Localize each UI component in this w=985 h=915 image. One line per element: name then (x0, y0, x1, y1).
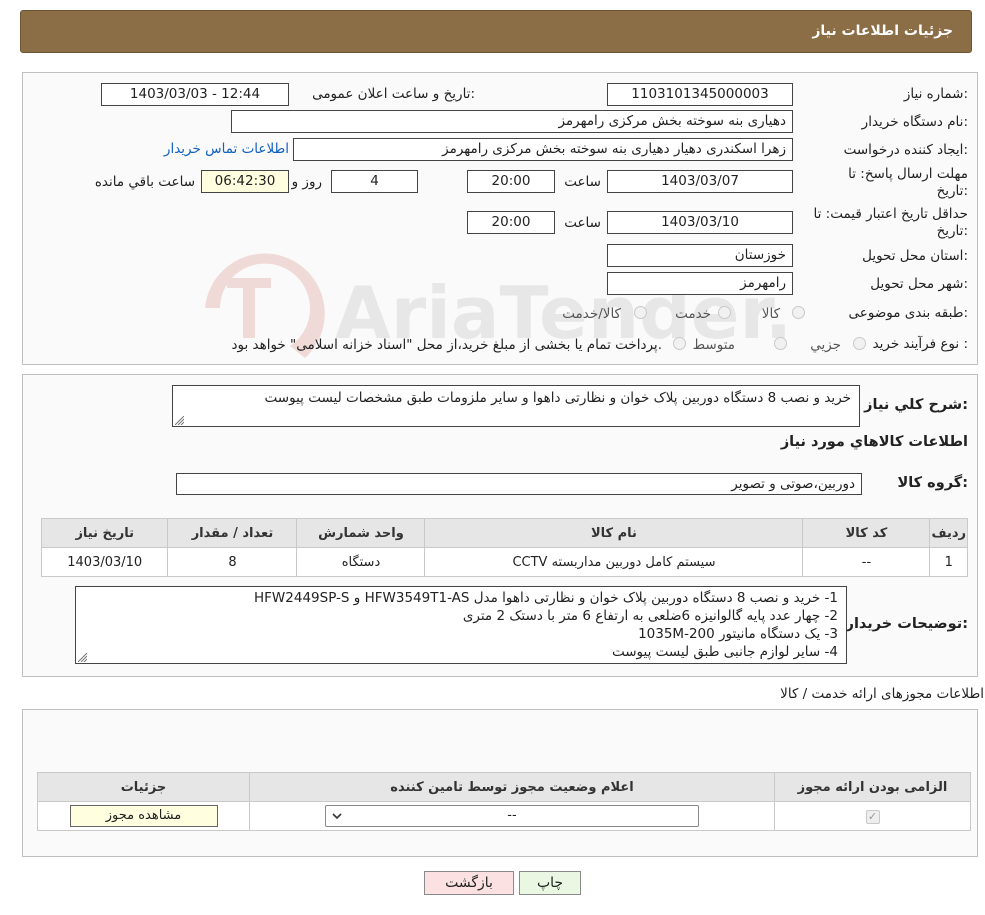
cell-code: -- (802, 547, 931, 577)
validity-time-label: ساعت (564, 215, 601, 231)
permits-table-header: الزامی بودن ارائه مجوز اعلام وضعیت مجوز … (37, 772, 971, 802)
buyer-note-line: 2- چهار عدد پایه گالوانیزه 6ضلعی به ارتف… (462, 608, 838, 624)
permit-required-cell: ✓ (774, 801, 971, 831)
permits-table: الزامی بودن ارائه مجوز اعلام وضعیت مجوز … (37, 772, 971, 831)
permit-details-cell: مشاهده مجوز (37, 801, 250, 831)
col-permit-status: اعلام وضعیت مجوز توسط تامین کننده (249, 772, 775, 802)
permit-status-value: -- (507, 808, 517, 823)
deadline-time-label: ساعت (564, 174, 601, 190)
validity-label: حداقل تاریخ اعتبار قیمت: تا (813, 206, 968, 222)
validity-label-date: تاریخ: (936, 223, 968, 239)
validity-date-field[interactable]: 1403/03/10 (607, 211, 793, 234)
need-number-label: شماره نیاز: (903, 86, 968, 102)
permit-status-cell: -- (249, 801, 775, 831)
category-goods-service-radio[interactable] (634, 306, 647, 319)
announce-field[interactable]: 1403/03/03 - 12:44 (101, 83, 289, 106)
process-minor-label: جزيي (810, 337, 841, 353)
province-label: استان محل تحویل: (862, 248, 968, 264)
page-title: جزئیات اطلاعات نیاز (812, 23, 953, 39)
permit-required-checkbox[interactable]: ✓ (865, 809, 880, 824)
col-row: رديف (929, 518, 968, 548)
cell-unit: دستگاه (296, 547, 426, 577)
col-unit: واحد شمارش (296, 518, 426, 548)
description-text: خرید و نصب 8 دستگاه دوربین پلاک خوان و ن… (264, 390, 851, 406)
deadline-label-date: تاریخ: (936, 183, 968, 199)
print-button[interactable]: چاپ (519, 871, 581, 895)
deadline-time-field[interactable]: 20:00 (467, 170, 555, 193)
process-medium-radio[interactable] (774, 337, 787, 350)
buyer-notes-textarea[interactable]: 1- خرید و نصب 8 دستگاه دوربین پلاک خوان … (75, 586, 847, 664)
buyer-note-line: 4- سایر لوازم جانبی طبق لیست پیوست (611, 644, 838, 660)
permits-title: اطلاعات مجوزهای ارائه خدمت / کالا (780, 686, 984, 702)
table-row: 1 -- سیستم کامل دوربین مداربسته CCTV دست… (40, 547, 968, 577)
buyer-notes-label: توضیحات خریدار: (845, 616, 968, 632)
category-service-radio[interactable] (718, 306, 731, 319)
process-label: نوع فرآیند خرید : (872, 336, 968, 352)
goods-group-label: گروه کالا: (897, 475, 968, 491)
description-textarea[interactable]: خرید و نصب 8 دستگاه دوربین پلاک خوان و ن… (172, 385, 860, 427)
col-name: نام کالا (424, 518, 804, 548)
category-service-label: خدمت (675, 306, 711, 322)
resize-grip-icon[interactable] (175, 416, 184, 425)
category-goods-label: کالا (761, 306, 780, 322)
announce-label: تاریخ و ساعت اعلان عمومی: (312, 86, 475, 102)
view-permit-button[interactable]: مشاهده مجوز (69, 805, 218, 827)
process-treasury-checkbox[interactable] (673, 337, 686, 350)
table-row: ✓ -- مشاهده مجوز (37, 801, 971, 831)
page-header: جزئیات اطلاعات نیاز (20, 10, 972, 53)
cell-name: سیستم کامل دوربین مداربسته CCTV (424, 547, 804, 577)
remaining-time-label: ساعت باقي مانده (94, 174, 195, 190)
days-label: روز و (291, 174, 322, 190)
buyer-note-line: 1- خرید و نصب 8 دستگاه دوربین پلاک خوان … (254, 590, 838, 606)
need-number-field[interactable]: 1103101345000003 (607, 83, 793, 106)
chevron-down-icon (332, 813, 342, 820)
process-treasury-note: پرداخت تمام یا بخشی از مبلغ خرید،از محل … (231, 337, 662, 353)
validity-time-field[interactable]: 20:00 (467, 211, 555, 234)
remaining-time-field[interactable]: 06:42:30 (201, 170, 289, 193)
goods-table: رديف کد کالا نام کالا واحد شمارش تعداد /… (40, 518, 968, 577)
buyer-label: نام دستگاه خریدار: (861, 114, 968, 130)
col-qty: تعداد / مقدار (167, 518, 298, 548)
days-remaining-field[interactable]: 4 (331, 170, 418, 193)
goods-group-field[interactable]: دوربین،صوتی و تصویر (176, 473, 862, 495)
contact-buyer-link[interactable]: اطلاعات تماس خریدار (164, 141, 289, 157)
goods-heading: اطلاعات کالاهاي مورد نياز (780, 434, 968, 450)
category-goods-radio[interactable] (792, 306, 805, 319)
col-code: کد کالا (802, 518, 931, 548)
cell-qty: 8 (167, 547, 298, 577)
description-label: شرح کلي نیاز: (864, 397, 968, 413)
col-permit-details: جزئیات (37, 772, 250, 802)
creator-label: ایجاد کننده درخواست: (843, 142, 968, 158)
category-label: طبقه بندی موضوعی: (848, 305, 968, 321)
deadline-label: مهلت ارسال پاسخ: تا (848, 166, 968, 182)
buyer-field[interactable]: دهیاری بنه سوخته بخش مرکزی رامهرمز (231, 110, 793, 133)
goods-table-header: رديف کد کالا نام کالا واحد شمارش تعداد /… (40, 518, 968, 548)
resize-grip-icon[interactable] (78, 653, 87, 662)
process-medium-label: متوسط (692, 337, 735, 353)
back-button[interactable]: بازگشت (424, 871, 514, 895)
process-minor-radio[interactable] (853, 337, 866, 350)
city-label: شهر محل تحویل: (870, 276, 968, 292)
col-date: تاریخ نیاز (40, 518, 169, 548)
province-field[interactable]: خوزستان (607, 244, 793, 267)
buyer-note-line: 3- یک دستگاه مانیتور 1035M-200 (638, 626, 838, 642)
cell-row: 1 (929, 547, 968, 577)
category-goods-service-label: کالا/خدمت (562, 306, 621, 322)
city-field[interactable]: رامهرمز (607, 272, 793, 295)
permit-status-select[interactable]: -- (325, 805, 699, 827)
creator-field[interactable]: زهرا اسکندری دهیار دهیاری بنه سوخته بخش … (293, 138, 793, 161)
deadline-date-field[interactable]: 1403/03/07 (607, 170, 793, 193)
cell-date: 1403/03/10 (40, 547, 169, 577)
col-permit-required: الزامی بودن ارائه مجوز (774, 772, 971, 802)
